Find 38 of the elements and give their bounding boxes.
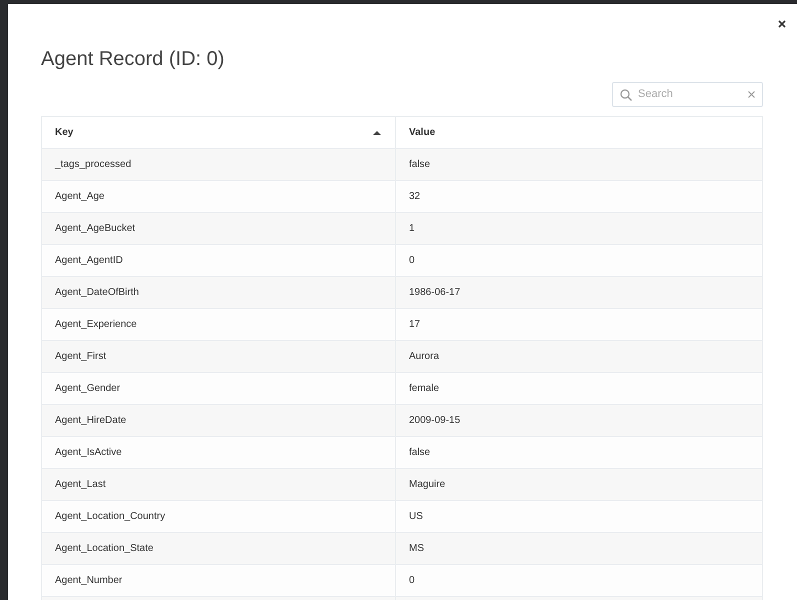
table-cell-text: 0 (409, 254, 415, 268)
clear-icon[interactable] (748, 91, 755, 98)
close-icon (778, 20, 786, 28)
table-cell-text: Agent_HireDate (55, 414, 126, 428)
table-cell-text: Agent_Age (55, 190, 104, 204)
table-cell-text: Aurora (409, 350, 440, 364)
table-cell-text: Maguire (409, 478, 446, 492)
sort-up-icon[interactable] (373, 130, 381, 136)
table-cell-text: false (409, 158, 430, 172)
table-cell-text: 32 (409, 190, 420, 204)
search-input: Search (638, 86, 742, 103)
table-cell-text: 2009-09-15 (409, 414, 460, 428)
table-cell-text: Agent_Last (55, 478, 106, 492)
table-cell-text: US (409, 510, 423, 524)
table-cell-text: false (409, 446, 430, 460)
search-field[interactable]: Search (612, 82, 763, 107)
close-button[interactable] (776, 18, 788, 30)
column-header[interactable]: Value (409, 125, 436, 140)
table-cell-text: Agent_AgeBucket (55, 222, 136, 236)
table-cell-text: female (409, 382, 440, 396)
table-cell-text: MS (409, 542, 424, 556)
dialog-title: Agent Record (ID: 0) (41, 47, 226, 72)
table-cell-text: Agent_Location_Country (55, 510, 166, 524)
table-cell-text: Agent_Experience (55, 318, 137, 332)
table-cell-text: 17 (409, 318, 420, 332)
table-cell-text: 0 (409, 574, 415, 588)
table-cell-text: Agent_IsActive (55, 446, 122, 460)
table-cell-text: _tags_processed (55, 158, 132, 172)
table-cell-text: 1 (409, 222, 415, 236)
search-icon (620, 88, 632, 100)
table-cell-text: Agent_Gender (55, 382, 120, 396)
column-header[interactable]: Key (55, 125, 74, 140)
table-cell-text: Agent_Location_State (55, 542, 154, 556)
table-cell-text: 1986-06-17 (409, 286, 460, 300)
table-cell-text: Agent_Number (55, 574, 122, 588)
table-cell-text: Agent_First (55, 350, 106, 364)
table-cell-text: Agent_AgentID (55, 254, 123, 268)
table-cell-text: Agent_DateOfBirth (55, 286, 139, 300)
